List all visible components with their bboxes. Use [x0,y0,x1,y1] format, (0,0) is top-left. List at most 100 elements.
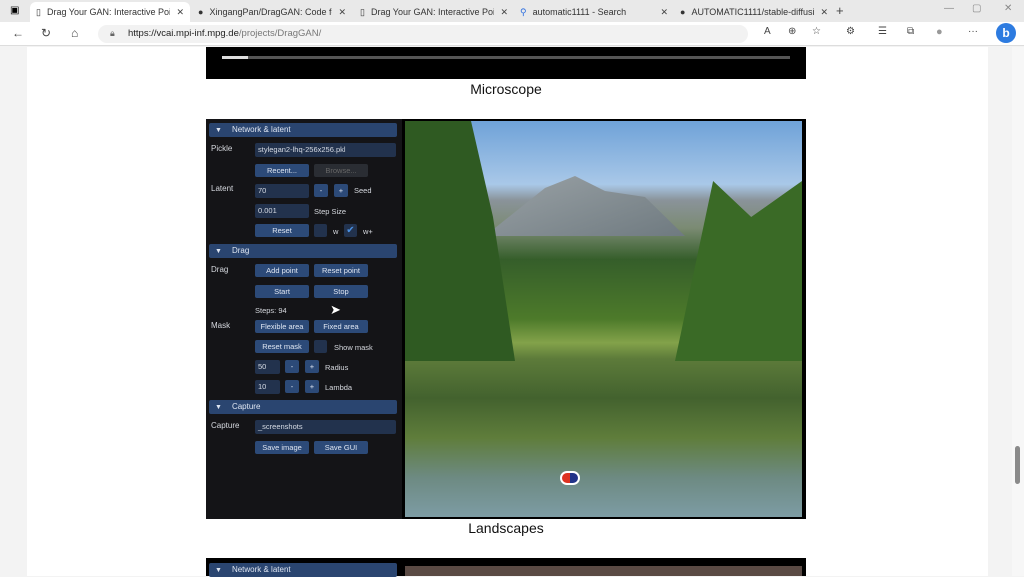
next-video[interactable]: ▼ Network & latent [206,558,806,577]
url-input[interactable]: 🔒︎ https://vcai.mpi-inf.mpg.de/projects/… [98,25,748,43]
video-progress-track[interactable] [222,56,790,59]
pickle-input[interactable]: stylegan2-lhq-256x256.pkl [255,143,396,157]
tab-github-a1111[interactable]: ● AUTOMATIC1111/stable-diffusio ✕ [674,2,834,22]
landscape-image[interactable] [405,121,802,517]
reset-point-button[interactable]: Reset point [314,264,368,277]
network-section-header-next[interactable]: ▼ Network & latent [209,563,397,577]
w-label: w [333,227,339,236]
save-gui-button[interactable]: Save GUI [314,441,368,454]
show-mask-label: Show mask [334,343,373,352]
drag-label: Drag [211,265,229,274]
close-icon[interactable]: ✕ [338,7,346,18]
stop-button[interactable]: Stop [314,285,368,298]
tab-search[interactable]: ⚲ automatic1111 - Search ✕ [514,2,674,22]
collapse-triangle-icon: ▼ [215,248,222,255]
microscope-video[interactable] [206,47,806,79]
step-size-input[interactable]: 0.001 [255,204,309,218]
w-plus-checkbox[interactable]: ✔ [344,224,357,237]
seed-label: Seed [354,186,372,195]
extensions-icon[interactable]: ⚙ [846,26,855,37]
draggan-gui-panel: ▼ Network & latent Pickle stylegan2-lhq-2… [206,119,402,519]
search-icon: ⚲ [520,6,527,17]
caption-landscapes: Landscapes [468,520,544,536]
collections-icon[interactable]: ⧉ [907,26,914,37]
collapse-triangle-icon: ▼ [215,404,222,411]
lambda-minus-button[interactable]: - [285,380,299,393]
add-point-button[interactable]: Add point [255,264,309,277]
scrollbar[interactable] [1012,47,1024,576]
reset-mask-button[interactable]: Reset mask [255,340,309,353]
seed-plus-button[interactable]: + [334,184,348,197]
address-bar-row: ← ↻ ⌂ 🔒︎ https://vcai.mpi-inf.mpg.de/pro… [0,22,1024,46]
lambda-label: Lambda [325,383,353,392]
step-size-label: Step Size [314,207,347,216]
video-progress-fill [222,56,248,59]
minimize-button[interactable]: — [944,3,954,14]
drag-section-header[interactable]: ▼ Drag [209,244,397,258]
reset-button[interactable]: Reset [255,224,309,237]
seed-minus-button[interactable]: - [314,184,328,197]
mountain-shape [485,176,685,236]
maximize-button[interactable]: ▢ [972,3,981,14]
radius-plus-button[interactable]: + [305,360,319,373]
new-tab-button[interactable]: + [836,3,844,18]
lambda-plus-button[interactable]: + [305,380,319,393]
close-window-button[interactable]: ✕ [1004,3,1012,14]
mouse-cursor-icon: ➤ [330,302,341,317]
tab-github-draggan[interactable]: ● XingangPan/DragGAN: Code for ✕ [192,2,352,22]
w-plus-label: w+ [363,227,373,236]
scrollbar-thumb[interactable] [1015,446,1020,484]
lambda-input[interactable]: 10 [255,380,280,394]
caption-microscope: Microscope [470,81,542,97]
more-icon[interactable]: ··· [968,26,978,37]
network-section-header[interactable]: ▼ Network & latent [209,123,397,137]
capture-section-header[interactable]: ▼ Capture [209,400,397,414]
tab-draggan-1[interactable]: ▯ Drag Your GAN: Interactive Point ✕ [30,2,190,22]
show-mask-checkbox[interactable] [314,340,327,353]
page-icon: ▯ [36,6,41,17]
collapse-triangle-icon: ▼ [215,127,222,134]
save-image-button[interactable]: Save image [255,441,309,454]
seed-input[interactable]: 70 [255,184,309,198]
tab-bar: ▣ ▯ Drag Your GAN: Interactive Point ✕ ● Xi… [0,0,1024,22]
zoom-icon[interactable]: ⊕ [788,26,796,37]
close-icon[interactable]: ✕ [660,7,668,18]
radius-minus-button[interactable]: - [285,360,299,373]
pickle-label: Pickle [211,144,233,153]
lock-icon: 🔒︎ [110,28,115,38]
github-icon: ● [680,7,686,17]
radius-label: Radius [325,363,349,372]
collapse-triangle-icon: ▼ [215,567,222,574]
profile-avatar[interactable]: ● [936,26,943,38]
home-icon[interactable]: ⌂ [71,26,78,40]
capture-path-input[interactable]: _screenshots [255,420,396,434]
capture-label: Capture [211,421,240,430]
recent-button[interactable]: Recent... [255,164,309,177]
w-checkbox[interactable] [314,224,327,237]
trees-right [675,181,802,361]
favorites-icon[interactable]: ☰ [878,26,887,37]
back-icon[interactable]: ← [12,26,24,40]
github-icon: ● [198,7,204,17]
trees-left [405,121,515,361]
close-icon[interactable]: ✕ [176,7,184,18]
favorite-icon[interactable]: ☆ [812,26,821,37]
next-image [405,566,802,576]
start-button[interactable]: Start [255,285,309,298]
tab-actions-icon[interactable]: ▣ [10,5,19,16]
read-aloud-icon[interactable]: A [764,26,771,37]
tab-draggan-2[interactable]: ▯ Drag Your GAN: Interactive Point ✕ [354,2,514,22]
drag-point-marker [560,471,580,485]
page-icon: ▯ [360,6,365,17]
bing-icon[interactable]: b [996,23,1016,43]
steps-counter: Steps: 94 [255,306,287,315]
browse-button[interactable]: Browse... [314,164,368,177]
close-icon[interactable]: ✕ [500,7,508,18]
latent-label: Latent [211,184,234,193]
mask-label: Mask [211,321,231,330]
flexible-area-button[interactable]: Flexible area [255,320,309,333]
fixed-area-button[interactable]: Fixed area [314,320,368,333]
refresh-icon[interactable]: ↻ [41,26,51,40]
close-icon[interactable]: ✕ [820,7,828,18]
radius-input[interactable]: 50 [255,360,280,374]
